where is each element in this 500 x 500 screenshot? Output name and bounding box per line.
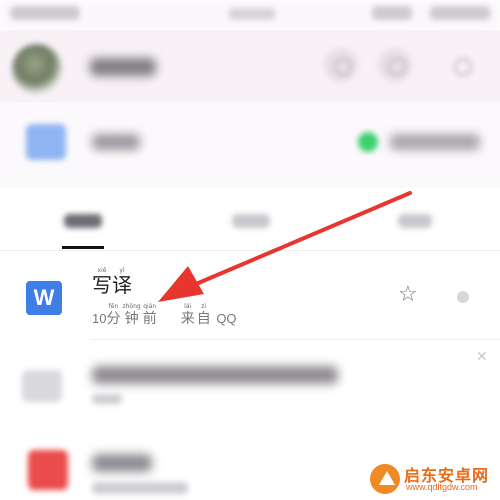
file-tabs — [0, 188, 500, 251]
title-char-1: 译yì — [112, 267, 132, 297]
active-tab-indicator — [62, 246, 104, 249]
meta-char-qian: 前qián — [142, 303, 157, 326]
tab-second[interactable] — [232, 214, 270, 228]
online-status-icon — [358, 132, 378, 152]
status-carrier — [228, 8, 276, 20]
meta-number: 10 — [92, 311, 107, 326]
watermark-logo-icon — [370, 464, 400, 494]
meta-char-fen: 分fēn — [106, 303, 121, 326]
pdf-icon — [28, 450, 68, 490]
meta-source-app: QQ — [216, 311, 237, 326]
list-item[interactable]: ✕ — [0, 340, 500, 430]
watermark-url: www.qdltgdw.com — [406, 482, 478, 492]
meta-char-lai: 来lái — [180, 303, 195, 326]
status-bar — [0, 0, 500, 30]
avatar[interactable] — [12, 44, 62, 94]
chat-header — [0, 30, 500, 102]
file-type-icon — [22, 370, 62, 402]
more-icon[interactable] — [444, 48, 478, 82]
contact-name — [90, 58, 156, 76]
call-icon[interactable] — [324, 48, 358, 82]
tab-third[interactable] — [398, 214, 432, 228]
meta-char-zi: 自zì — [196, 303, 211, 326]
title-char-0: 写xiě — [92, 267, 112, 297]
tab-recent[interactable] — [64, 214, 102, 228]
file-meta-blurred — [92, 394, 122, 404]
close-icon[interactable]: ✕ — [476, 348, 488, 365]
file-list-item[interactable]: W 写xiě译yì 10分fēn钟zhōng前qián 来lái自zì QQ ☆ — [0, 251, 500, 339]
star-icon[interactable]: ☆ — [398, 281, 418, 307]
device-row — [0, 102, 500, 188]
meta-char-zhong: 钟zhōng — [122, 303, 141, 326]
file-name — [92, 454, 152, 472]
online-status-label — [390, 134, 480, 150]
file-meta: 10分fēn钟zhōng前qián 来lái自zì QQ — [92, 303, 237, 328]
word-doc-icon: W — [26, 281, 62, 315]
watermark: 启东安卓网 www.qdltgdw.com — [370, 462, 496, 496]
device-label — [92, 134, 140, 150]
folder-icon[interactable] — [26, 124, 66, 160]
status-time — [10, 6, 80, 20]
file-meta-blurred — [92, 482, 188, 494]
select-radio-icon[interactable] — [457, 291, 469, 303]
file-name — [92, 366, 338, 384]
battery-icon — [430, 6, 490, 20]
signal-icon — [372, 6, 412, 20]
search-icon[interactable] — [378, 48, 412, 82]
file-title[interactable]: 写xiě译yì — [92, 267, 132, 298]
